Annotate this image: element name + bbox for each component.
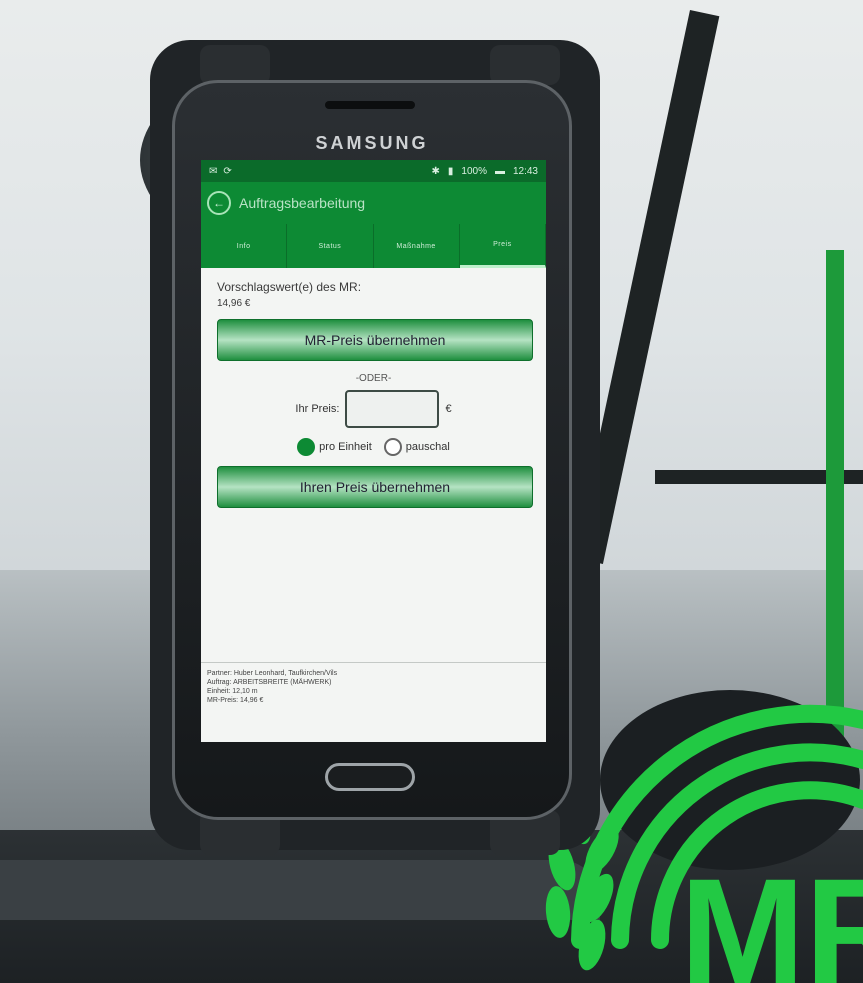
- tab-status[interactable]: Status: [287, 224, 374, 268]
- or-separator: -ODER-: [355, 373, 392, 384]
- holder-clip-top-left: [200, 45, 270, 85]
- radio-per-unit-label: pro Einheit: [319, 441, 372, 453]
- currency-label: €: [445, 403, 452, 415]
- radio-per-unit[interactable]: pro Einheit: [297, 438, 372, 456]
- radio-flat-label: pauschal: [405, 441, 450, 453]
- dashboard-edge: [0, 860, 600, 920]
- holder-clip-top-right: [490, 45, 560, 85]
- radio-selected-icon[interactable]: [297, 438, 316, 456]
- home-button[interactable]: [325, 763, 415, 791]
- app-bar: ← Auftragsbearbeitung: [201, 182, 546, 224]
- mr-logo-text: MR: [680, 847, 863, 983]
- own-price-input[interactable]: [345, 390, 440, 428]
- own-price-label: Ihr Preis:: [295, 403, 340, 415]
- battery-level: 100%: [461, 165, 487, 177]
- footer-mr-price: MR-Preis: 14,96 €: [207, 697, 264, 704]
- battery-icon: ▬: [494, 165, 505, 177]
- signal-icon: ▮: [447, 165, 454, 177]
- sync-icon: ⟳: [223, 165, 232, 177]
- suggestion-label: Vorschlagswert(e) des MR:: [217, 280, 362, 294]
- app-title: Auftragsbearbeitung: [239, 195, 366, 211]
- footer-order: Auftrag: ARBEITSBREITE (MÄHWERK): [207, 679, 332, 686]
- radio-unselected-icon[interactable]: [383, 438, 402, 456]
- order-summary: Partner: Huber Leonhard, Taufkirchen/Vil…: [201, 662, 546, 742]
- device-brand: SAMSUNG: [315, 133, 429, 153]
- footer-partner: Partner: Huber Leonhard, Taufkirchen/Vil…: [207, 670, 338, 677]
- back-arrow-icon[interactable]: ←: [207, 191, 231, 215]
- clock: 12:43: [512, 165, 538, 177]
- tab-bar: Info Status Maßnahme Preis: [201, 224, 546, 268]
- tab-preis[interactable]: Preis: [459, 224, 546, 268]
- radio-flat[interactable]: pauschal: [383, 438, 450, 456]
- own-price-row: Ihr Preis: €: [217, 390, 530, 428]
- tab-massnahme[interactable]: Maßnahme: [374, 224, 460, 268]
- bluetooth-icon: ✱: [431, 165, 440, 177]
- phone-screen: ✉ ⟳ ✱ ▮ 100% ▬ 12:43 ← Auftragsbearbeitu…: [201, 160, 546, 742]
- notification-icon: ✉: [209, 165, 218, 177]
- earpiece: [325, 101, 415, 109]
- accept-mr-price-button[interactable]: MR-Preis übernehmen: [217, 319, 533, 361]
- footer-unit: Einheit: 12,10 m: [207, 688, 258, 695]
- pricing-mode-group: pro Einheit pauschal: [217, 438, 530, 456]
- suggestion-value: 14,96 €: [217, 298, 251, 309]
- accept-own-price-button[interactable]: Ihren Preis übernehmen: [217, 466, 533, 508]
- status-bar: ✉ ⟳ ✱ ▮ 100% ▬ 12:43: [201, 160, 546, 182]
- price-panel: Vorschlagswert(e) des MR: 14,96 € MR-Pre…: [201, 268, 546, 520]
- tab-info[interactable]: Info: [201, 224, 288, 268]
